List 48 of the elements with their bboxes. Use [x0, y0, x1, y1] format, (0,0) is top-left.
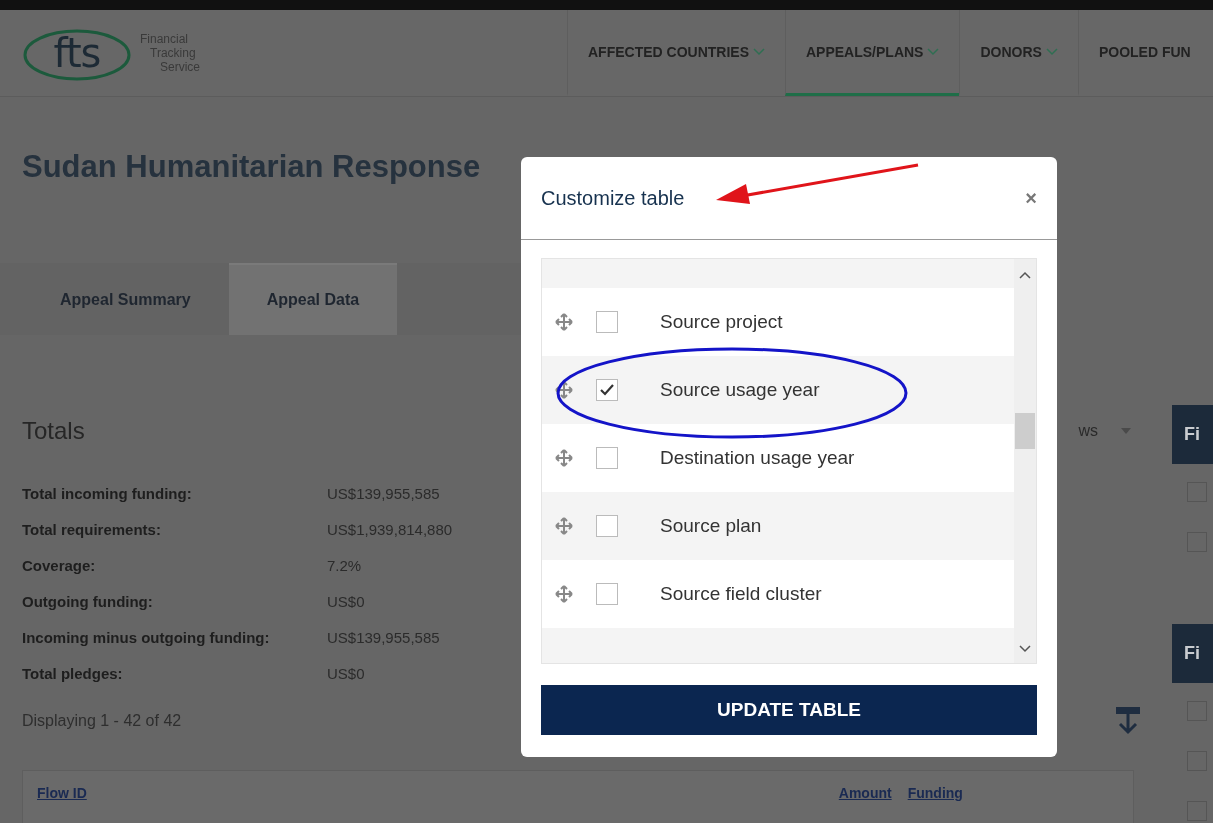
checkbox[interactable] — [596, 447, 618, 469]
scroll-thumb[interactable] — [1015, 413, 1035, 449]
total-label: Total pledges: — [22, 665, 123, 682]
column-label: Source usage year — [660, 379, 820, 401]
move-icon[interactable] — [555, 381, 573, 399]
filter-header[interactable]: Fi — [1172, 405, 1213, 464]
dialog-title: Customize table — [541, 186, 685, 210]
column-header[interactable]: Funding — [907, 785, 963, 801]
rows-select[interactable]: ws — [1078, 422, 1098, 440]
nav-item[interactable]: AFFECTED COUNTRIES — [567, 10, 785, 96]
total-label: Outgoing funding: — [22, 593, 153, 610]
total-value: 7.2% — [327, 557, 362, 574]
scrollbar[interactable] — [1014, 259, 1036, 663]
nav-item[interactable]: DONORS — [959, 10, 1078, 96]
total-value: US$139,955,585 — [327, 629, 440, 646]
total-value: US$0 — [327, 593, 365, 610]
nav-item[interactable]: APPEALS/PLANS — [785, 10, 960, 96]
total-label: Coverage: — [22, 557, 96, 574]
checkbox[interactable] — [596, 311, 618, 333]
totals-heading: Totals — [22, 417, 85, 445]
displaying-count: Displaying 1 - 42 of 42 — [22, 712, 182, 730]
tab[interactable]: Appeal Summary — [22, 263, 229, 335]
total-value: US$1,939,814,880 — [327, 521, 453, 538]
nav-item[interactable]: POOLED FUN — [1077, 10, 1211, 96]
close-button[interactable]: × — [1025, 186, 1037, 210]
column-label: Destination usage year — [660, 447, 855, 469]
update-table-button[interactable]: UPDATE TABLE — [541, 685, 1037, 735]
tab[interactable]: Appeal Data — [228, 263, 398, 335]
checkmark-icon — [599, 383, 615, 397]
download-icon[interactable] — [1114, 706, 1142, 736]
total-label: Total incoming funding: — [22, 485, 192, 502]
checkbox[interactable] — [596, 379, 618, 401]
total-label: Incoming minus outgoing funding: — [22, 629, 270, 646]
caret-icon[interactable] — [1120, 427, 1132, 435]
column-header[interactable]: Flow ID — [37, 785, 87, 801]
page-title: Sudan Humanitarian Response — [22, 149, 481, 185]
filter-header[interactable]: Fi — [1172, 624, 1213, 683]
column-label: Source project — [660, 311, 783, 333]
column-header[interactable]: Amount — [838, 785, 892, 801]
total-value: US$139,955,585 — [327, 485, 440, 502]
total-value: US$0 — [327, 665, 365, 682]
scroll-up-icon[interactable] — [1019, 271, 1031, 279]
checkbox[interactable] — [596, 583, 618, 605]
scroll-down-icon[interactable] — [1019, 645, 1031, 653]
column-label: Source field cluster — [660, 583, 822, 605]
checkbox[interactable] — [596, 515, 618, 537]
total-label: Total requirements: — [22, 521, 161, 538]
column-label: Source plan — [660, 515, 762, 537]
